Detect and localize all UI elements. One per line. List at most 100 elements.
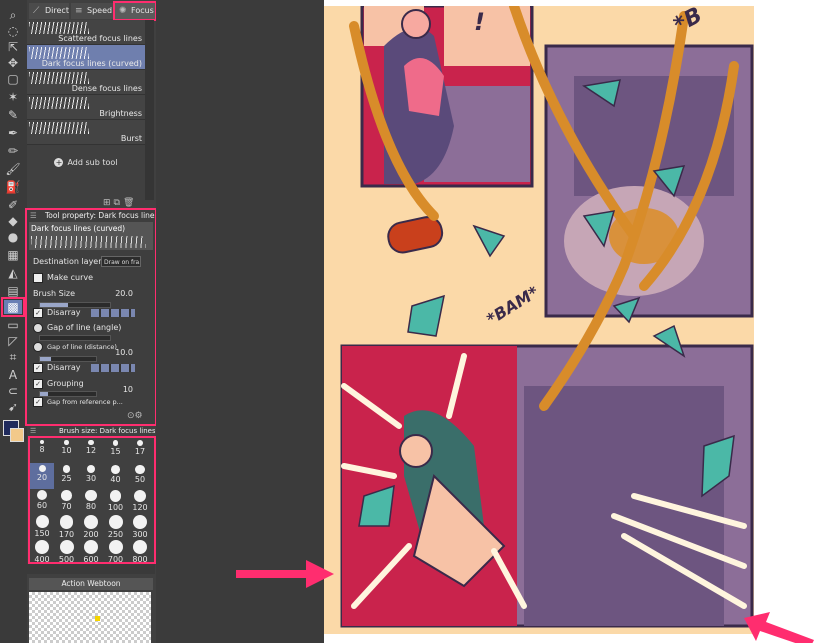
brush-size-option[interactable]: 400: [30, 538, 54, 564]
disarray-graph[interactable]: [91, 309, 135, 317]
gap-distance-radio[interactable]: [33, 342, 43, 352]
balloon-icon[interactable]: ⊂: [4, 384, 22, 398]
zoom-icon[interactable]: ⌕: [4, 8, 22, 22]
layer-thumbnail[interactable]: [29, 592, 151, 643]
brush-size-option[interactable]: 20: [30, 463, 54, 489]
figure-focus-lines-icon[interactable]: ▩: [1, 297, 25, 317]
ruler-icon[interactable]: ◸: [4, 334, 22, 348]
brush-size-dot-icon: [88, 440, 94, 446]
sub-tool-item[interactable]: Burst: [27, 120, 145, 145]
brush-size-label: 50: [134, 475, 146, 485]
reset-icon[interactable]: ⊙: [127, 411, 135, 421]
brush-size-option[interactable]: 700: [104, 538, 128, 564]
operation-icon[interactable]: ⇱: [4, 40, 22, 54]
brush-size-label: 700: [107, 555, 124, 564]
brush-size-row: Brush Size 20.0: [33, 288, 133, 300]
selection-icon[interactable]: ▢: [4, 72, 22, 86]
destination-layer-select[interactable]: Draw on fra...: [101, 256, 141, 267]
add-sub-tool-button[interactable]: + Add sub tool: [27, 158, 145, 167]
disarray-checkbox[interactable]: ✓: [33, 307, 43, 318]
sub-tool-item[interactable]: Dense focus lines: [27, 70, 145, 95]
sfx-exclaim: !: [474, 8, 485, 36]
bucket-icon[interactable]: ◭: [4, 266, 22, 280]
brush-size-dot-icon: [37, 490, 47, 500]
brush-size-option[interactable]: 170: [55, 513, 79, 539]
sub-tool-item[interactable]: Dark focus lines (curved): [27, 45, 145, 70]
settings-icon[interactable]: ⚙: [135, 411, 143, 421]
auto-select-icon[interactable]: ✶: [4, 90, 22, 104]
brush-size-option[interactable]: 30: [79, 463, 103, 489]
brush-size-option[interactable]: 500: [55, 538, 79, 564]
brush-size-option[interactable]: 70: [55, 488, 79, 514]
menu-icon[interactable]: ☰: [30, 210, 37, 222]
grouping-checkbox[interactable]: ✓: [33, 378, 43, 389]
brush-size-option[interactable]: 10: [55, 438, 79, 464]
brush-size-option[interactable]: 60: [30, 488, 54, 514]
trash-icon[interactable]: 🗑: [123, 198, 137, 208]
brush-size-label: 400: [34, 555, 50, 564]
ruler-2-icon[interactable]: ⌗: [4, 350, 22, 364]
brush-size-dot-icon: [133, 540, 147, 554]
text-icon[interactable]: A: [4, 368, 22, 382]
brush-size-label: 800: [132, 555, 148, 564]
brush-size-option[interactable]: 120: [128, 488, 152, 514]
lasso-icon[interactable]: ◌: [4, 24, 22, 38]
brush-size-toolbar: [27, 564, 155, 574]
pencil-icon[interactable]: ✏: [4, 144, 22, 158]
brush-size-option[interactable]: 80: [79, 488, 103, 514]
fill-icon[interactable]: ▦: [4, 248, 22, 262]
brush-size-option[interactable]: 40: [104, 463, 128, 489]
pointer-arrow-left: [236, 560, 334, 588]
gradient-icon[interactable]: ▤: [4, 284, 22, 298]
brush-size-option[interactable]: 100: [104, 488, 128, 514]
pen-icon[interactable]: ✒: [4, 126, 22, 140]
tab-focus[interactable]: ✺ Focus: [113, 1, 157, 21]
tab-speed[interactable]: ≡ Speed: [71, 3, 113, 19]
brush-size-option[interactable]: 250: [104, 513, 128, 539]
layer-panel-header[interactable]: Action Webtoon: [29, 578, 153, 590]
sub-color-swatch[interactable]: [10, 428, 24, 442]
sub-tool-item[interactable]: Brightness: [27, 95, 145, 120]
gap-angle-radio[interactable]: [33, 322, 43, 333]
brush-size-option[interactable]: 800: [128, 538, 152, 564]
brush-size-label: 20: [36, 473, 48, 482]
brush-size-option[interactable]: 600: [79, 538, 103, 564]
tool-strip: ⌕ ◌ ⇱ ✥ ▢ ✶ ✎ ✒ ✏ 🖌 ⛽ ✐ ◆ ● ▦ ◭ ▤ ▩ ▭ ◸ …: [0, 0, 28, 643]
gap-reference-checkbox[interactable]: ✓: [33, 397, 43, 407]
brush-size-label: 30: [85, 474, 97, 484]
frame-border-icon[interactable]: ▭: [4, 318, 22, 332]
tab-direct[interactable]: ⟋ Direct: [29, 3, 69, 19]
sub-tool-scrollbar[interactable]: [145, 20, 154, 200]
eyedropper-icon[interactable]: ✎: [4, 108, 22, 122]
workspace-background: [156, 0, 324, 643]
brush-size-option[interactable]: 8: [30, 438, 54, 464]
grouping-value[interactable]: 10: [123, 384, 133, 396]
brush-size-value[interactable]: 20.0: [115, 288, 133, 300]
move-icon[interactable]: ✥: [4, 56, 22, 70]
disarray-graph[interactable]: [91, 364, 135, 372]
brush-icon[interactable]: 🖌: [4, 162, 22, 176]
brush-size-option[interactable]: 17: [128, 438, 152, 464]
correct-line-icon[interactable]: ➹: [4, 400, 22, 414]
brush-size-option[interactable]: 150: [30, 513, 54, 539]
brush-size-option[interactable]: 25: [55, 463, 79, 489]
disarray-checkbox[interactable]: ✓: [33, 362, 43, 373]
brush-size-option[interactable]: 300: [128, 513, 152, 539]
airbrush-icon[interactable]: ⛽: [4, 180, 22, 194]
new-sub-tool-icon[interactable]: ⊞: [103, 198, 114, 208]
blend-icon[interactable]: ●: [4, 230, 22, 244]
brush-size-option[interactable]: 200: [79, 513, 103, 539]
tool-property-footer-icons: ⊙⚙: [127, 410, 151, 422]
brush-size-option[interactable]: 12: [79, 438, 103, 464]
brush-size-option[interactable]: 15: [104, 438, 128, 464]
sub-tool-item[interactable]: Scattered focus lines: [27, 20, 145, 45]
eraser-icon[interactable]: ◆: [4, 214, 22, 228]
brush-size-option[interactable]: 50: [128, 463, 152, 489]
gap-distance-value[interactable]: 10.0: [115, 347, 133, 359]
duplicate-icon[interactable]: ⧉: [114, 198, 123, 208]
drawing-canvas[interactable]: ! *BAM* *B: [324, 6, 754, 634]
decoration-icon[interactable]: ✐: [4, 198, 22, 212]
menu-icon[interactable]: ☰: [30, 426, 36, 436]
brush-size-dot-icon: [109, 490, 122, 502]
make-curve-checkbox[interactable]: [33, 272, 43, 283]
